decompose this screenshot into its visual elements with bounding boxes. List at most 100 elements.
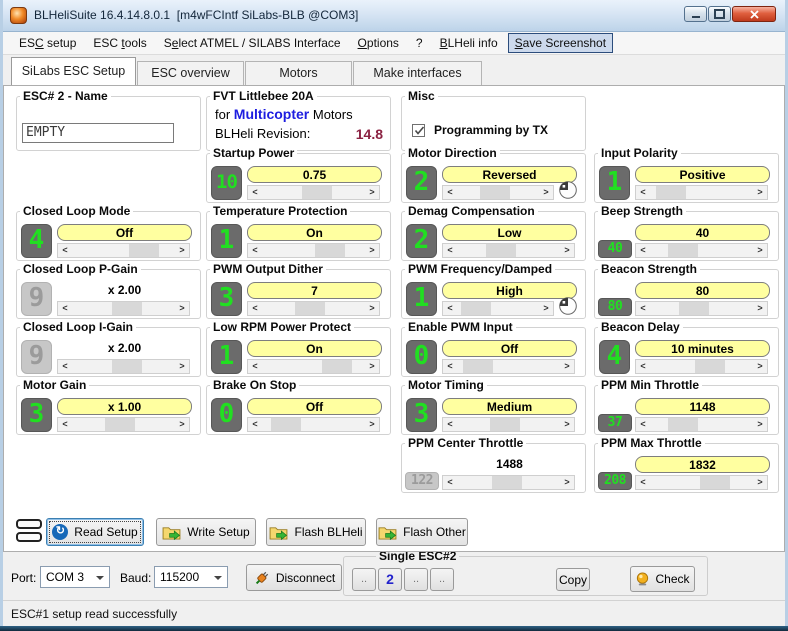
- title-bar[interactable]: BLHeliSuite 16.4.14.8.0.1 [m4wFCIntf SiL…: [0, 0, 788, 32]
- param-scrollbar-low-rpm-power-protect[interactable]: <>: [247, 359, 380, 374]
- flash-blheli-button[interactable]: Flash BLHeli: [266, 518, 366, 546]
- scroll-right-arrow-icon[interactable]: >: [560, 476, 574, 489]
- scroll-left-arrow-icon[interactable]: <: [58, 418, 72, 431]
- scroll-right-arrow-icon[interactable]: >: [560, 360, 574, 373]
- esc-name-input[interactable]: EMPTY: [22, 123, 174, 143]
- scroll-left-arrow-icon[interactable]: <: [443, 302, 457, 315]
- param-scrollbar-startup-power[interactable]: <>: [247, 185, 380, 200]
- param-scrollbar-pwm-output-dither[interactable]: <>: [247, 301, 380, 316]
- menu-esc-tools[interactable]: ESC tools: [86, 33, 153, 53]
- param-scrollbar-brake-on-stop[interactable]: <>: [247, 417, 380, 432]
- scroll-left-arrow-icon[interactable]: <: [636, 302, 650, 315]
- scroll-left-arrow-icon[interactable]: <: [636, 186, 650, 199]
- scroll-right-arrow-icon[interactable]: >: [175, 418, 189, 431]
- port-select[interactable]: COM 3: [40, 566, 110, 588]
- scroll-thumb[interactable]: [322, 360, 352, 373]
- scroll-right-arrow-icon[interactable]: >: [365, 302, 379, 315]
- scroll-left-arrow-icon[interactable]: <: [58, 360, 72, 373]
- esc-select-button-4[interactable]: ..: [430, 568, 454, 591]
- per-esc-die-icon[interactable]: [558, 180, 578, 200]
- copy-button[interactable]: Copy: [556, 568, 590, 591]
- scroll-thumb[interactable]: [480, 186, 510, 199]
- scroll-thumb[interactable]: [656, 186, 686, 199]
- scroll-thumb[interactable]: [295, 302, 325, 315]
- scroll-thumb[interactable]: [302, 186, 332, 199]
- param-scrollbar-beep-strength[interactable]: <>: [635, 243, 768, 258]
- menu-blheli-info[interactable]: BLHeli info: [433, 33, 505, 53]
- param-scrollbar-beacon-strength[interactable]: <>: [635, 301, 768, 316]
- menu-options[interactable]: Options: [351, 33, 406, 53]
- scroll-left-arrow-icon[interactable]: <: [443, 418, 457, 431]
- scroll-right-arrow-icon[interactable]: >: [175, 244, 189, 257]
- tab-make-interfaces[interactable]: Make interfaces: [353, 61, 482, 86]
- scroll-right-arrow-icon[interactable]: >: [175, 302, 189, 315]
- scroll-thumb[interactable]: [271, 418, 301, 431]
- close-button[interactable]: [732, 6, 776, 22]
- param-scrollbar-motor-direction[interactable]: <>: [442, 185, 554, 200]
- scroll-thumb[interactable]: [679, 302, 709, 315]
- programming-by-tx-checkbox[interactable]: [412, 124, 425, 137]
- scroll-thumb[interactable]: [486, 244, 516, 257]
- esc-select-button-3[interactable]: ..: [404, 568, 428, 591]
- param-scrollbar-closed-loop-mode[interactable]: <>: [57, 243, 190, 258]
- scroll-right-arrow-icon[interactable]: >: [539, 186, 553, 199]
- baud-select[interactable]: 115200: [154, 566, 228, 588]
- scroll-right-arrow-icon[interactable]: >: [560, 418, 574, 431]
- scroll-right-arrow-icon[interactable]: >: [753, 418, 767, 431]
- disconnect-button[interactable]: Disconnect: [246, 564, 342, 591]
- scroll-right-arrow-icon[interactable]: >: [753, 476, 767, 489]
- menu-save-screenshot[interactable]: Save Screenshot: [508, 33, 613, 53]
- param-scrollbar-motor-timing[interactable]: <>: [442, 417, 575, 432]
- scroll-left-arrow-icon[interactable]: <: [636, 476, 650, 489]
- scroll-right-arrow-icon[interactable]: >: [753, 360, 767, 373]
- scroll-thumb[interactable]: [315, 244, 345, 257]
- esc-select-button-1[interactable]: ..: [352, 568, 376, 591]
- scroll-left-arrow-icon[interactable]: <: [636, 360, 650, 373]
- param-scrollbar-motor-gain[interactable]: <>: [57, 417, 190, 432]
- scroll-thumb[interactable]: [129, 244, 159, 257]
- scroll-left-arrow-icon[interactable]: <: [248, 302, 262, 315]
- param-scrollbar-temperature-protection[interactable]: <>: [247, 243, 380, 258]
- param-scrollbar-ppm-min-throttle[interactable]: <>: [635, 417, 768, 432]
- menu-esc-setup[interactable]: ESC setup: [12, 33, 83, 53]
- scroll-thumb[interactable]: [112, 302, 142, 315]
- scroll-thumb[interactable]: [695, 360, 725, 373]
- tab-esc-overview[interactable]: ESC overview: [137, 61, 244, 86]
- scroll-thumb[interactable]: [668, 418, 698, 431]
- scroll-left-arrow-icon[interactable]: <: [58, 244, 72, 257]
- scroll-left-arrow-icon[interactable]: <: [248, 418, 262, 431]
- scroll-left-arrow-icon[interactable]: <: [636, 244, 650, 257]
- scroll-left-arrow-icon[interactable]: <: [248, 186, 262, 199]
- write-setup-button[interactable]: Write Setup: [156, 518, 256, 546]
- menu-select-atmel-silabs-interface[interactable]: Select ATMEL / SILABS Interface: [157, 33, 348, 53]
- scroll-right-arrow-icon[interactable]: >: [560, 244, 574, 257]
- scroll-left-arrow-icon[interactable]: <: [443, 186, 457, 199]
- flash-other-button[interactable]: Flash Other: [376, 518, 468, 546]
- scroll-right-arrow-icon[interactable]: >: [365, 186, 379, 199]
- scroll-right-arrow-icon[interactable]: >: [365, 360, 379, 373]
- scroll-left-arrow-icon[interactable]: <: [58, 302, 72, 315]
- scroll-thumb[interactable]: [668, 244, 698, 257]
- scroll-thumb[interactable]: [112, 360, 142, 373]
- esc-select-button-2[interactable]: 2: [378, 568, 402, 591]
- tab-silabs-esc-setup[interactable]: SiLabs ESC Setup: [11, 57, 136, 86]
- scroll-thumb[interactable]: [463, 360, 493, 373]
- read-setup-button[interactable]: ↻Read Setup: [46, 518, 144, 546]
- scroll-right-arrow-icon[interactable]: >: [539, 302, 553, 315]
- scroll-right-arrow-icon[interactable]: >: [753, 186, 767, 199]
- scroll-thumb[interactable]: [105, 418, 135, 431]
- param-scrollbar-closed-loop-i-gain[interactable]: <>: [57, 359, 190, 374]
- param-scrollbar-ppm-center-throttle[interactable]: <>: [442, 475, 575, 490]
- scroll-left-arrow-icon[interactable]: <: [636, 418, 650, 431]
- param-scrollbar-ppm-max-throttle[interactable]: <>: [635, 475, 768, 490]
- minimize-button[interactable]: [684, 6, 707, 22]
- scroll-right-arrow-icon[interactable]: >: [365, 244, 379, 257]
- param-scrollbar-enable-pwm-input[interactable]: <>: [442, 359, 575, 374]
- scroll-right-arrow-icon[interactable]: >: [753, 244, 767, 257]
- param-scrollbar-closed-loop-p-gain[interactable]: <>: [57, 301, 190, 316]
- scroll-left-arrow-icon[interactable]: <: [443, 360, 457, 373]
- param-scrollbar-input-polarity[interactable]: <>: [635, 185, 768, 200]
- check-button[interactable]: Check: [630, 566, 695, 592]
- scroll-thumb[interactable]: [461, 302, 491, 315]
- per-esc-die-icon[interactable]: [558, 296, 578, 316]
